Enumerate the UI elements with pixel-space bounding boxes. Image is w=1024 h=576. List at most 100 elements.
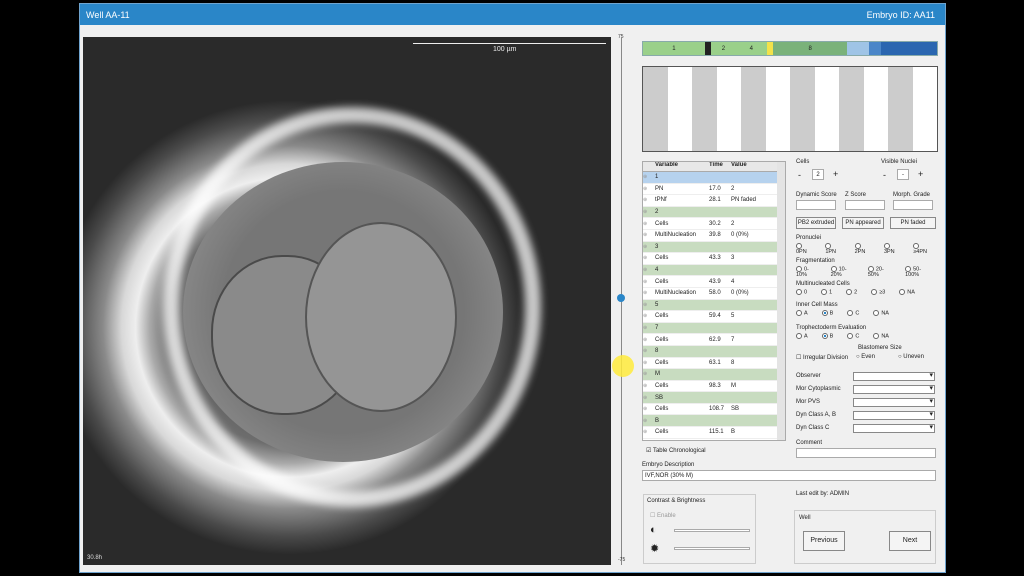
table-row[interactable]: ⊕ Cells 62.9 7: [643, 334, 785, 346]
cells-value[interactable]: 2: [812, 169, 824, 180]
table-row[interactable]: ⊕ Cells 43.3 3: [643, 253, 785, 265]
comment-field[interactable]: [796, 448, 936, 458]
pn-faded-button[interactable]: PN faded: [890, 217, 936, 229]
table-row[interactable]: ⊕ 5: [643, 299, 785, 312]
table-row[interactable]: ⊕ tPNf 28.1 PN faded: [643, 195, 785, 207]
z-score-field[interactable]: [845, 200, 885, 210]
pn-appeared-button[interactable]: PN appeared: [842, 217, 884, 229]
multinucleated-radio[interactable]: ≥3: [871, 289, 885, 295]
cell-var: Cells: [655, 278, 669, 285]
te-options[interactable]: A B C NA: [796, 333, 903, 339]
dropdown-select[interactable]: [853, 410, 935, 420]
radio-dot: [854, 243, 861, 249]
fragmentation-radio[interactable]: 50-100%: [905, 266, 931, 278]
fragmentation-radio[interactable]: 20-50%: [867, 266, 891, 278]
multinucleated-options[interactable]: 0 1 2 ≥3 NA: [796, 289, 929, 295]
fragmentation-options[interactable]: 0-10% 10-20% 20-50% 50-100%: [796, 266, 945, 278]
table-row[interactable]: ⊕ Cells 30.2 2: [643, 218, 785, 230]
dropdown-select[interactable]: [853, 397, 935, 407]
slider-thumb[interactable]: [617, 294, 625, 302]
icm-radio[interactable]: A: [796, 310, 808, 316]
table-row[interactable]: ⊕ B: [643, 415, 785, 428]
dropdown-select[interactable]: [853, 384, 935, 394]
next-button[interactable]: Next: [889, 531, 931, 551]
dropdown-select[interactable]: [853, 371, 935, 381]
icm-radio[interactable]: NA: [873, 310, 889, 316]
radio-dot: [796, 310, 802, 316]
nuclei-plus-button[interactable]: +: [918, 169, 923, 179]
table-row[interactable]: ⊕ 7: [643, 322, 785, 335]
cell-val: 7: [731, 336, 735, 343]
multinucleated-radio[interactable]: 1: [821, 289, 832, 295]
cells-plus-button[interactable]: +: [833, 169, 838, 179]
pronuclei-options[interactable]: 0PN 1PN 2PN 3PN ≥4PN: [796, 243, 945, 255]
pronuclei-radio[interactable]: ≥4PN: [913, 243, 931, 255]
table-row[interactable]: ⊕ Cells 115.1 B: [643, 427, 785, 439]
timeline-segment[interactable]: [881, 42, 937, 55]
timeline-segment[interactable]: 8: [772, 42, 848, 55]
previous-button[interactable]: Previous: [803, 531, 845, 551]
table-row[interactable]: ⊕ Cells 98.3 M: [643, 381, 785, 393]
irregular-division-checkbox[interactable]: ☐ Irregular Division: [796, 354, 848, 361]
icm-options[interactable]: A B C NA: [796, 310, 903, 316]
table-row[interactable]: ⊕ Cells 63.1 8: [643, 358, 785, 370]
multinucleated-radio[interactable]: NA: [899, 289, 915, 295]
table-scrollbar[interactable]: [777, 162, 785, 440]
nuclei-value[interactable]: -: [897, 169, 909, 180]
embryo-image-viewer[interactable]: 100 µm 30.8h: [83, 37, 611, 565]
table-row[interactable]: ⊕ 2: [643, 206, 785, 219]
fragmentation-radio[interactable]: 10-20%: [830, 266, 854, 278]
table-row[interactable]: ⊕ Cells 43.9 4: [643, 276, 785, 288]
timeline-segment[interactable]: 1: [643, 42, 705, 55]
table-row[interactable]: ⊕ PN 17.0 2: [643, 184, 785, 196]
table-row[interactable]: ⊕ MultiNucleation 39.8 0 (0%): [643, 230, 785, 242]
table-row[interactable]: ⊕ M: [643, 369, 785, 381]
expand-icon: ⊕: [643, 255, 648, 262]
table-chronological-checkbox[interactable]: ☑ Table Chronological: [646, 447, 706, 454]
pronuclei-radio[interactable]: 0PN: [796, 243, 811, 255]
te-radio[interactable]: B: [821, 333, 833, 339]
table-row[interactable]: ⊕ SB: [643, 392, 785, 404]
icm-radio[interactable]: C: [847, 310, 859, 316]
header-variable[interactable]: Variable: [655, 162, 709, 171]
te-radio[interactable]: A: [796, 333, 808, 339]
te-radio[interactable]: C: [847, 333, 859, 339]
timeline-bar[interactable]: 1248: [642, 41, 938, 56]
table-row[interactable]: ⊕ 8: [643, 345, 785, 358]
timeline-segment[interactable]: [847, 42, 869, 55]
pronuclei-radio[interactable]: 3PN: [883, 243, 899, 255]
table-row[interactable]: ⊕ 1: [643, 172, 785, 184]
focal-slider[interactable]: [617, 37, 627, 565]
table-row[interactable]: ⊕ MultiNucleation 58.0 0 (0%): [643, 288, 785, 300]
multinucleated-radio[interactable]: 2: [846, 289, 857, 295]
contrast-slider[interactable]: [674, 529, 750, 532]
cells-minus-button[interactable]: -: [798, 170, 801, 180]
timeline-segment[interactable]: 2: [711, 42, 736, 55]
table-row[interactable]: ⊕ 3: [643, 241, 785, 254]
dynamic-score-field[interactable]: [796, 200, 836, 210]
timeline-segment[interactable]: 4: [735, 42, 767, 55]
header-time[interactable]: Time: [709, 162, 731, 171]
fragmentation-radio[interactable]: 0-10%: [796, 266, 817, 278]
annotation-table[interactable]: Variable Time Value ⊕ 1 ⊕ PN 17.0 2 ⊕ tPNf 28.1 P…: [642, 161, 786, 441]
te-radio[interactable]: NA: [873, 333, 889, 339]
table-row[interactable]: ⊕ Cells 59.4 5: [643, 311, 785, 323]
nuclei-minus-button[interactable]: -: [883, 170, 886, 180]
pronuclei-radio[interactable]: 2PN: [854, 243, 870, 255]
icm-radio[interactable]: B: [821, 310, 833, 316]
multinucleated-radio[interactable]: 0: [796, 289, 807, 295]
timeline-segment[interactable]: [868, 42, 882, 55]
morph-grade-field[interactable]: [893, 200, 933, 210]
brightness-slider[interactable]: [674, 547, 750, 550]
enable-checkbox[interactable]: ☐ Enable: [650, 512, 676, 519]
even-radio[interactable]: ○ Even: [856, 354, 875, 360]
embryo-description-field[interactable]: IVF,NOR (30% M): [642, 470, 936, 481]
table-row[interactable]: ⊕ 4: [643, 264, 785, 277]
pronuclei-radio[interactable]: 1PN: [825, 243, 840, 255]
pb2-extruded-button[interactable]: PB2 extruded: [796, 217, 836, 229]
uneven-radio[interactable]: ○ Uneven: [898, 354, 924, 360]
header-value[interactable]: Value: [731, 162, 769, 171]
activity-histogram[interactable]: [642, 66, 938, 152]
dropdown-select[interactable]: [853, 423, 935, 433]
table-row[interactable]: ⊕ Cells 108.7 SB: [643, 404, 785, 416]
